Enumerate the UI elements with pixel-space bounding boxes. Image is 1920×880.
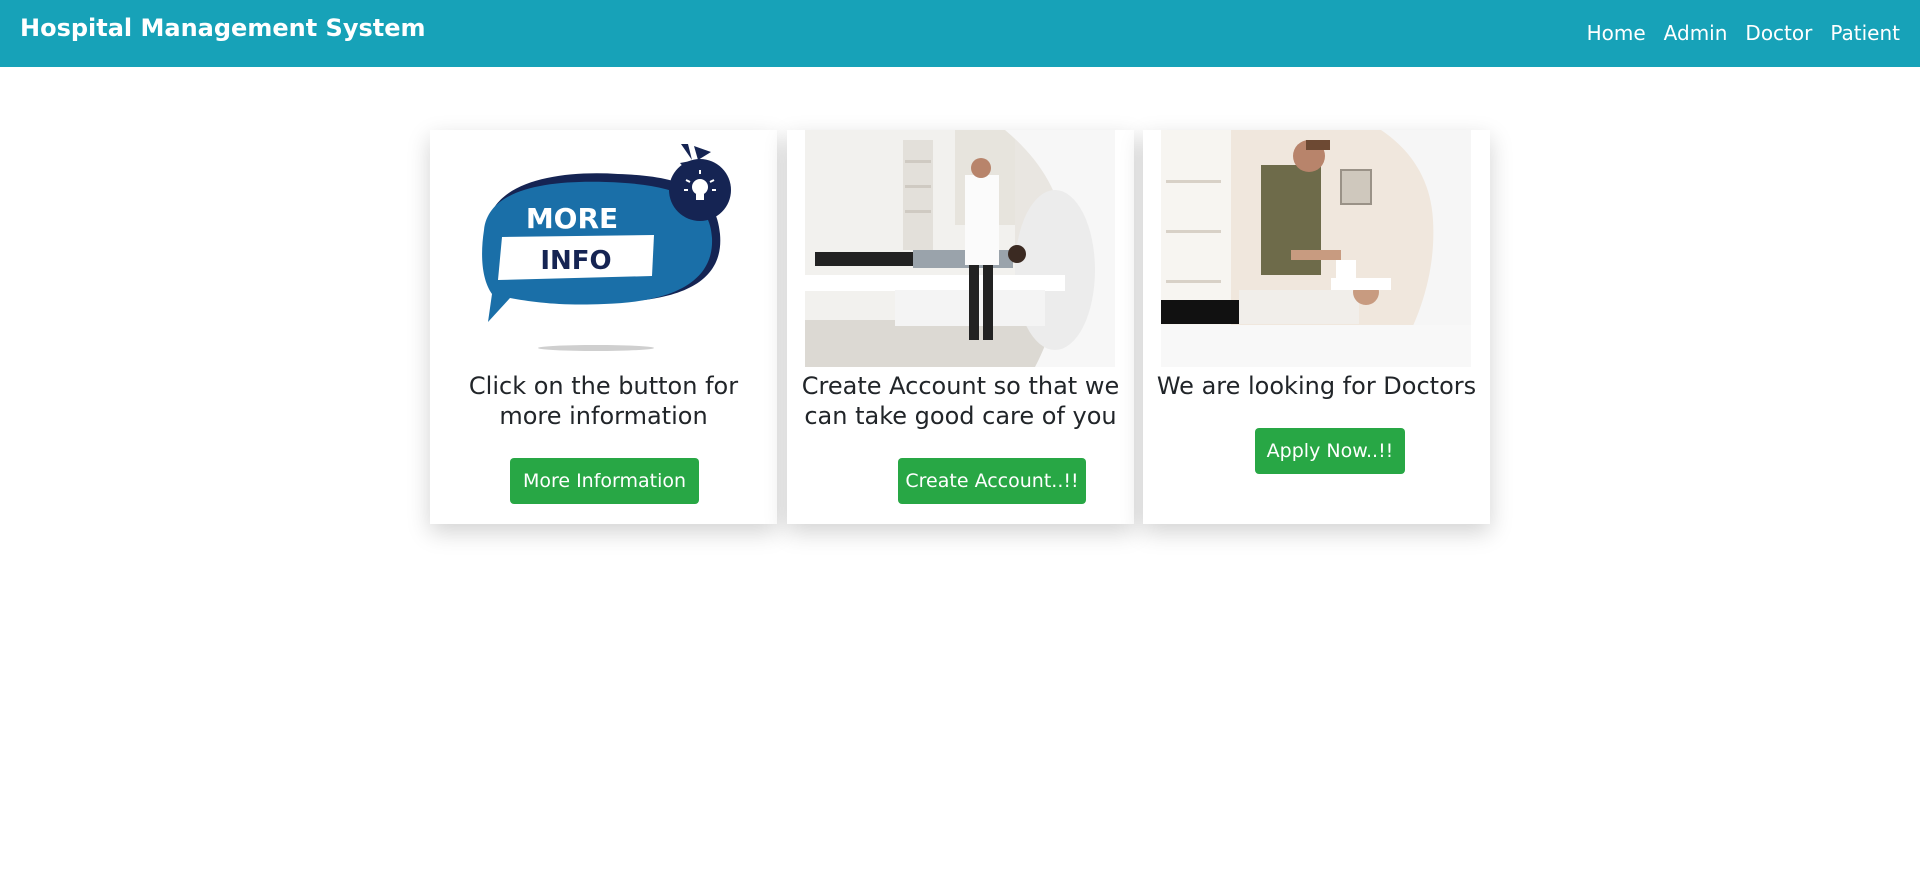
card-description: We are looking for Doctors: [1156, 372, 1477, 400]
mri-patient-photo-icon: [1161, 130, 1471, 367]
more-information-button[interactable]: More Information: [510, 458, 699, 504]
doctor-recruitment-card: We are looking for Doctors Apply Now..!!: [1143, 130, 1490, 524]
nav-link-patient[interactable]: Patient: [1830, 20, 1900, 46]
nav-link-admin[interactable]: Admin: [1664, 20, 1728, 46]
card-description: Create Account so that we can take good …: [801, 372, 1120, 430]
mri-technician-photo: [1161, 130, 1471, 367]
nav-link-home[interactable]: Home: [1587, 20, 1646, 46]
card-description: Click on the button for more information: [468, 372, 739, 430]
brand-title[interactable]: Hospital Management System: [20, 13, 426, 43]
create-account-card: Create Account so that we can take good …: [787, 130, 1134, 524]
navbar: Hospital Management System Home Admin Do…: [0, 0, 1920, 67]
mri-scanner-photo-icon: [805, 130, 1115, 367]
more-info-image: MORE INFO: [448, 130, 758, 367]
create-account-button[interactable]: Create Account..!!: [898, 458, 1086, 504]
nav-link-doctor[interactable]: Doctor: [1745, 20, 1812, 46]
badge-more-text: MORE: [526, 202, 618, 235]
nav-links: Home Admin Doctor Patient: [1587, 20, 1900, 46]
mri-doctor-photo: [805, 130, 1115, 367]
badge-info-text: INFO: [540, 246, 611, 276]
more-info-badge-icon: MORE INFO: [448, 130, 758, 367]
apply-now-button[interactable]: Apply Now..!!: [1255, 428, 1405, 474]
info-card: MORE INFO Click on the button for more i…: [430, 130, 777, 524]
